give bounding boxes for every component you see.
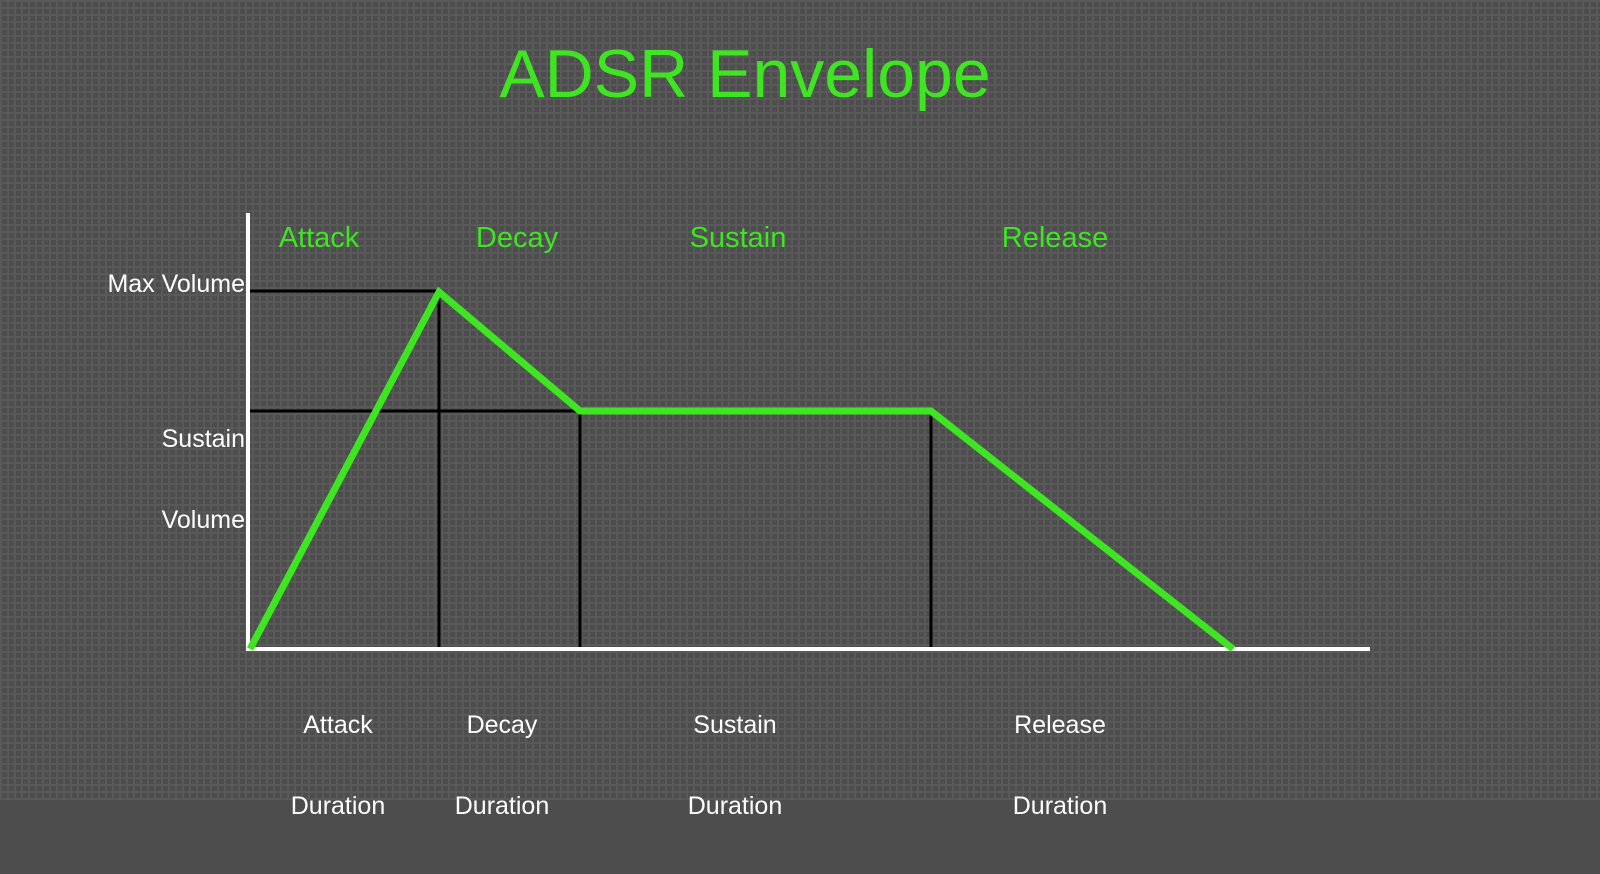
phase-label-sustain: Sustain xyxy=(689,222,787,254)
y-tick-label-max-volume: Max Volume xyxy=(107,270,245,298)
x-tick-label-decay-duration: Decay Duration xyxy=(372,658,632,874)
x-tick-label-sustain-duration-line1: Sustain xyxy=(693,711,777,739)
y-tick-label-sustain-volume: Sustain Volume xyxy=(162,372,245,588)
x-tick-label-release-duration-line1: Release xyxy=(1014,711,1106,739)
x-tick-label-sustain-duration-line2: Duration xyxy=(687,792,783,820)
envelope-curve xyxy=(246,286,1236,652)
x-tick-label-sustain-duration: Sustain Duration xyxy=(605,658,865,874)
phase-label-release: Release xyxy=(1001,222,1109,254)
x-tick-label-decay-duration-line1: Decay xyxy=(466,711,538,739)
adsr-envelope-diagram: ADSR Envelope Attack Decay Sustain Relea… xyxy=(0,0,1600,820)
x-tick-label-decay-duration-line2: Duration xyxy=(454,792,550,820)
page-title: ADSR Envelope xyxy=(499,36,991,112)
y-tick-label-sustain-volume-line1: Sustain xyxy=(161,425,245,453)
phase-label-decay: Decay xyxy=(475,222,559,254)
x-tick-label-release-duration: Release Duration xyxy=(930,658,1190,874)
y-tick-label-sustain-volume-line2: Volume xyxy=(161,506,245,534)
x-tick-label-release-duration-line2: Duration xyxy=(1012,792,1108,820)
